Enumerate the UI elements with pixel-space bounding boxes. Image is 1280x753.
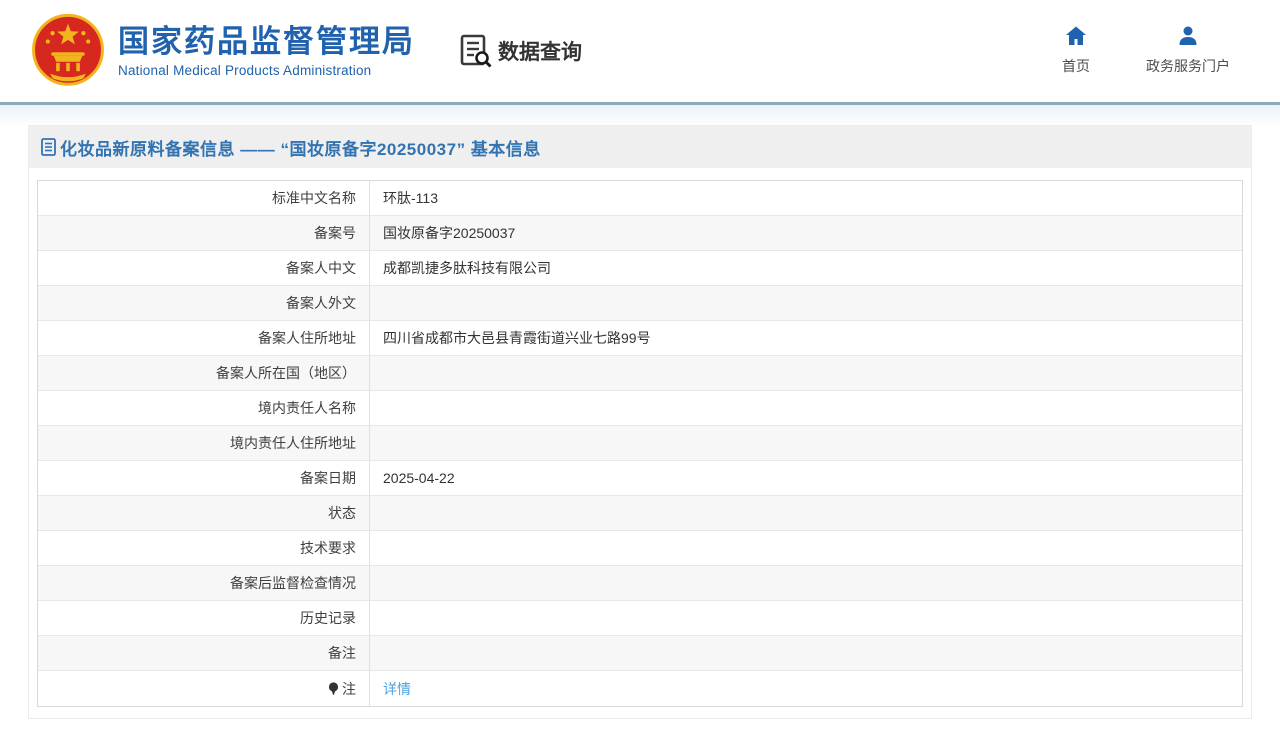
row-value-cell — [370, 426, 1242, 460]
row-label: 备案号 — [314, 225, 356, 241]
row-label: 标准中文名称 — [272, 190, 356, 206]
row-value-cell: 2025-04-22 — [370, 461, 1242, 495]
row-value-cell — [370, 531, 1242, 565]
row-value: 四川省成都市大邑县青霞街道兴业七路99号 — [383, 330, 651, 346]
row-label: 备注 — [328, 645, 356, 661]
link-gov-portal[interactable]: 政务服务门户 — [1146, 24, 1230, 76]
table-row: 注 详情 — [38, 671, 1242, 706]
row-value-cell: 环肽-113 — [370, 181, 1242, 215]
table-row: 备注 — [38, 636, 1242, 671]
row-label-cell: 备案号 — [38, 216, 370, 250]
row-value-cell: 成都凯捷多肽科技有限公司 — [370, 251, 1242, 285]
row-label-cell: 备案人中文 — [38, 251, 370, 285]
row-label-cell: 技术要求 — [38, 531, 370, 565]
row-value-cell: 详情 — [370, 671, 1242, 706]
table-row: 标准中文名称 环肽-113 — [38, 181, 1242, 216]
table-row: 备案人住所地址 四川省成都市大邑县青霞街道兴业七路99号 — [38, 321, 1242, 356]
info-table-body: 标准中文名称 环肽-113 备案号 国妆原备字20250037 备案人中文 成都… — [38, 181, 1242, 706]
nav-data-query[interactable]: 数据查询 — [460, 34, 582, 68]
header-links: 首页 政务服务门户 — [1062, 24, 1230, 76]
document-icon — [41, 138, 56, 156]
row-value: 环肽-113 — [383, 190, 438, 206]
row-label: 备案后监督检查情况 — [230, 575, 356, 591]
link-gov-portal-label: 政务服务门户 — [1146, 58, 1230, 74]
row-label-cell: 备案后监督检查情况 — [38, 566, 370, 600]
row-value-cell — [370, 601, 1242, 635]
row-label-cell: 境内责任人名称 — [38, 391, 370, 425]
table-row: 备案人中文 成都凯捷多肽科技有限公司 — [38, 251, 1242, 286]
row-value-cell — [370, 636, 1242, 670]
note-bulb-icon — [328, 681, 339, 695]
row-value-cell — [370, 286, 1242, 320]
header-accent-band — [0, 105, 1280, 125]
home-icon — [1066, 26, 1086, 45]
user-icon — [1179, 26, 1197, 45]
detail-link[interactable]: 详情 — [383, 679, 411, 699]
row-value-cell — [370, 391, 1242, 425]
info-table: 标准中文名称 环肽-113 备案号 国妆原备字20250037 备案人中文 成都… — [37, 180, 1243, 707]
row-label: 境内责任人住所地址 — [230, 435, 356, 451]
row-label: 状态 — [328, 505, 356, 521]
site-logo[interactable]: 国家药品监督管理局 National Medical Products Admi… — [30, 13, 415, 89]
row-value: 成都凯捷多肽科技有限公司 — [383, 260, 551, 276]
row-label: 技术要求 — [300, 540, 356, 556]
national-emblem-icon — [32, 13, 104, 86]
row-label-cell: 备案人住所地址 — [38, 321, 370, 355]
table-row: 备案号 国妆原备字20250037 — [38, 216, 1242, 251]
row-value-cell — [370, 496, 1242, 530]
row-label: 历史记录 — [300, 610, 356, 626]
row-label: 备案日期 — [300, 470, 356, 486]
row-label: 备案人所在国（地区） — [216, 365, 356, 381]
table-row: 技术要求 — [38, 531, 1242, 566]
row-label: 备案人中文 — [286, 260, 356, 276]
table-row: 状态 — [38, 496, 1242, 531]
row-label-cell: 历史记录 — [38, 601, 370, 635]
document-search-icon — [460, 34, 492, 68]
row-label-cell: 注 — [38, 671, 370, 706]
table-row: 历史记录 — [38, 601, 1242, 636]
row-value: 2025-04-22 — [383, 470, 455, 486]
row-label-cell: 备案日期 — [38, 461, 370, 495]
row-value-cell — [370, 566, 1242, 600]
row-value-cell: 四川省成都市大邑县青霞街道兴业七路99号 — [370, 321, 1242, 355]
org-name-en: National Medical Products Administration — [118, 62, 372, 78]
table-row: 境内责任人名称 — [38, 391, 1242, 426]
info-card: 化妆品新原料备案信息 —— “国妆原备字20250037” 基本信息 标准中文名… — [28, 125, 1252, 719]
link-home[interactable]: 首页 — [1062, 24, 1090, 76]
row-label: 注 — [342, 680, 356, 697]
table-row: 备案后监督检查情况 — [38, 566, 1242, 601]
card-title-bar: 化妆品新原料备案信息 —— “国妆原备字20250037” 基本信息 — [29, 126, 1251, 168]
row-label-cell: 标准中文名称 — [38, 181, 370, 215]
row-label-cell: 备案人所在国（地区） — [38, 356, 370, 390]
row-value-cell — [370, 356, 1242, 390]
page-title: 化妆品新原料备案信息 —— “国妆原备字20250037” 基本信息 — [60, 139, 541, 159]
row-value-cell: 国妆原备字20250037 — [370, 216, 1242, 250]
nav-data-query-label: 数据查询 — [498, 41, 582, 64]
row-label: 境内责任人名称 — [258, 400, 356, 416]
table-row: 境内责任人住所地址 — [38, 426, 1242, 461]
table-row: 备案日期 2025-04-22 — [38, 461, 1242, 496]
row-label-cell: 备案人外文 — [38, 286, 370, 320]
row-label-cell: 备注 — [38, 636, 370, 670]
row-label-cell: 状态 — [38, 496, 370, 530]
row-value: 国妆原备字20250037 — [383, 225, 516, 241]
link-home-label: 首页 — [1062, 58, 1090, 74]
site-header: 国家药品监督管理局 National Medical Products Admi… — [0, 0, 1280, 105]
org-name-cn: 国家药品监督管理局 — [118, 24, 415, 60]
table-row: 备案人外文 — [38, 286, 1242, 321]
row-label-cell: 境内责任人住所地址 — [38, 426, 370, 460]
row-label: 备案人外文 — [286, 295, 356, 311]
row-label: 备案人住所地址 — [258, 330, 356, 346]
table-row: 备案人所在国（地区） — [38, 356, 1242, 391]
